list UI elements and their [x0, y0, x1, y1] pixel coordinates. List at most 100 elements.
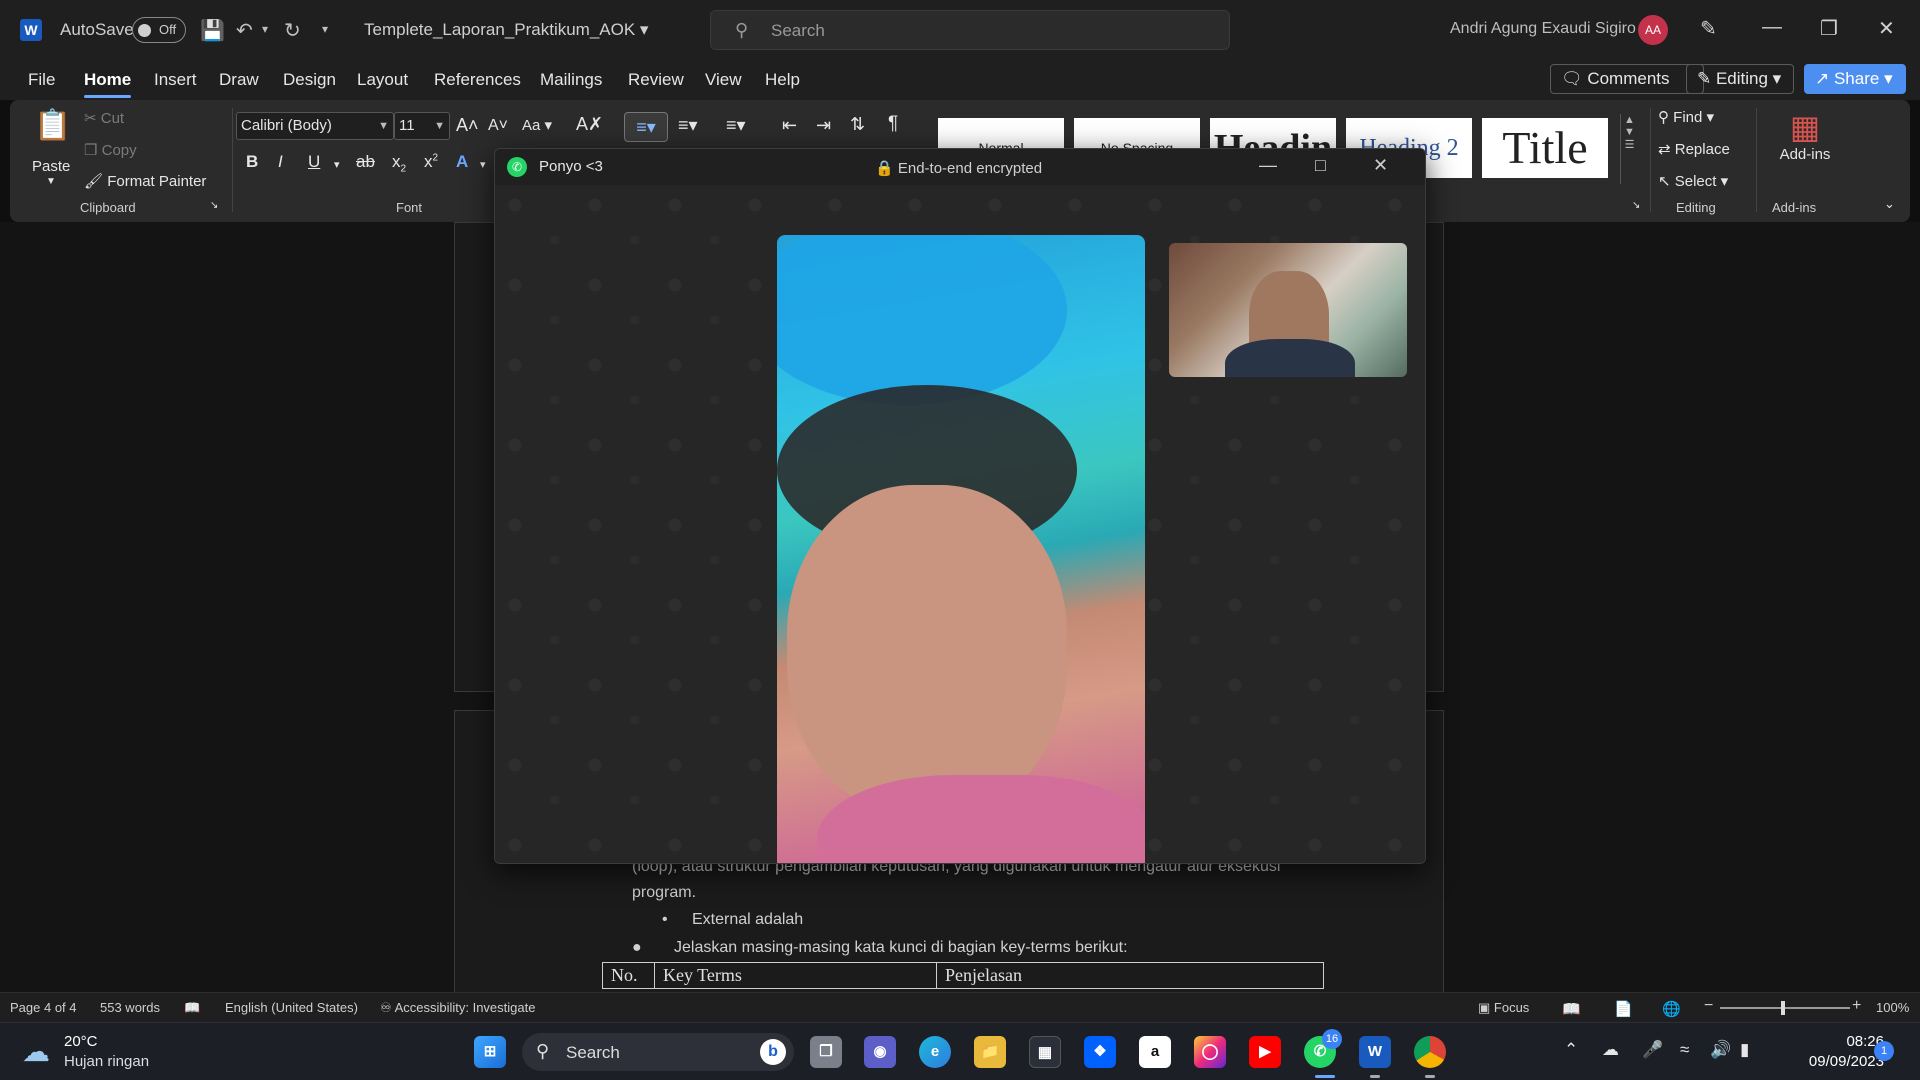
bullets-button[interactable]: ≡▾ [624, 112, 668, 142]
select-button[interactable]: ↖ Select ▾ [1658, 172, 1728, 190]
restore-icon[interactable]: ❐ [1820, 16, 1838, 41]
notification-badge[interactable]: 1 [1874, 1041, 1894, 1061]
multilevel-list-icon[interactable]: ≡▾ [726, 115, 746, 136]
tab-draw[interactable]: Draw [219, 70, 259, 90]
shrink-font-icon[interactable]: A˅ [488, 117, 508, 135]
minimize-icon[interactable]: — [1762, 16, 1782, 39]
print-layout-icon[interactable]: 📄 [1614, 1000, 1633, 1018]
focus-button[interactable]: ▣ Focus [1478, 1000, 1529, 1016]
undo-icon[interactable]: ↶ [236, 18, 253, 43]
pen-icon[interactable]: ✎ [1700, 16, 1717, 41]
find-button[interactable]: ⚲ Find ▾ [1658, 108, 1714, 126]
proofing-icon[interactable]: 📖 [184, 1000, 200, 1016]
style-title[interactable]: Title [1482, 118, 1608, 178]
minimize-icon[interactable]: — [1259, 155, 1277, 176]
bing-icon[interactable]: b [760, 1039, 786, 1065]
file-explorer-icon[interactable]: 📁 [974, 1036, 1006, 1068]
call-window-titlebar[interactable]: ✆ Ponyo <3 🔒 End-to-end encrypted — □ ✕ [495, 149, 1425, 185]
paste-dropdown-icon[interactable]: ▼ [46, 176, 56, 187]
read-mode-icon[interactable]: 📖 [1562, 1000, 1581, 1018]
italic-icon[interactable]: I [278, 152, 283, 172]
volume-icon[interactable]: 🔊 [1710, 1040, 1731, 1060]
dropbox-icon[interactable]: ❖ [1084, 1036, 1116, 1068]
teams-chat-icon[interactable]: ◉ [864, 1036, 896, 1068]
weather-icon[interactable]: ☁ [22, 1035, 50, 1068]
copy-button[interactable]: ❐ Copy [84, 141, 137, 159]
sort-icon[interactable]: ⇅ [850, 114, 865, 135]
autosave-toggle[interactable]: Off [132, 17, 186, 43]
youtube-icon[interactable]: ▶ [1249, 1036, 1281, 1068]
cut-button[interactable]: ✂ Cut [84, 109, 124, 127]
show-hidden-icons-icon[interactable]: ⌃ [1564, 1040, 1578, 1060]
self-video-preview[interactable] [1169, 243, 1407, 377]
tab-design[interactable]: Design [283, 70, 336, 90]
show-formatting-icon[interactable]: ¶ [888, 113, 898, 135]
clear-formatting-icon[interactable]: A✗ [576, 114, 603, 135]
styles-launcher-icon[interactable]: ↘ [1632, 200, 1640, 211]
clipboard-launcher-icon[interactable]: ↘ [210, 200, 218, 211]
zoom-out-icon[interactable]: − [1704, 997, 1713, 1015]
text-effects-icon[interactable]: A [456, 152, 468, 172]
tab-view[interactable]: View [705, 70, 742, 90]
paste-button[interactable]: 📋 Paste ▼ [32, 108, 71, 192]
instagram-icon[interactable]: ◯ [1194, 1036, 1226, 1068]
user-name[interactable]: Andri Agung Exaudi Sigiro [1450, 20, 1636, 38]
bold-icon[interactable]: B [246, 152, 258, 172]
superscript-icon[interactable]: x2 [424, 152, 438, 172]
undo-dropdown-icon[interactable]: ▾ [262, 22, 268, 36]
close-icon[interactable]: ✕ [1878, 16, 1895, 41]
clock-date[interactable]: 09/09/2023 [1780, 1053, 1884, 1070]
addins-button[interactable]: ▦ Add-ins [1770, 108, 1840, 188]
weather-description[interactable]: Hujan ringan [64, 1053, 149, 1070]
change-case-button[interactable]: Aa ▾ [522, 116, 552, 134]
wifi-icon[interactable]: ≈ [1680, 1040, 1689, 1060]
amazon-icon[interactable]: a [1139, 1036, 1171, 1068]
whatsapp-call-window[interactable]: ✆ Ponyo <3 🔒 End-to-end encrypted — □ ✕ [494, 148, 1426, 864]
avatar[interactable]: AA [1638, 15, 1668, 45]
font-size-select[interactable]: 11 ▼ [394, 112, 450, 140]
zoom-slider-thumb[interactable] [1781, 1001, 1785, 1015]
onedrive-icon[interactable]: ☁ [1602, 1040, 1619, 1060]
weather-temperature[interactable]: 20°C [64, 1033, 98, 1050]
battery-icon[interactable]: ▮ [1740, 1040, 1749, 1060]
collapse-ribbon-icon[interactable]: ⌄ [1884, 196, 1895, 212]
font-family-select[interactable]: Calibri (Body) ▼ [236, 112, 394, 140]
chrome-icon[interactable] [1414, 1036, 1446, 1068]
web-layout-icon[interactable]: 🌐 [1662, 1000, 1681, 1018]
zoom-slider[interactable] [1720, 1007, 1850, 1009]
zoom-level[interactable]: 100% [1876, 1000, 1909, 1015]
replace-button[interactable]: ⇄ Replace [1658, 140, 1730, 158]
tab-home[interactable]: Home [84, 70, 132, 98]
decrease-indent-icon[interactable]: ⇤ [782, 115, 797, 136]
close-icon[interactable]: ✕ [1373, 155, 1388, 176]
tab-review[interactable]: Review [628, 70, 684, 90]
format-painter-button[interactable]: 🖌 Format Painter [84, 172, 206, 190]
edge-icon[interactable]: e [919, 1036, 951, 1068]
microsoft-store-icon[interactable]: ▦ [1029, 1036, 1061, 1068]
tab-layout[interactable]: Layout [357, 70, 408, 90]
underline-dropdown-icon[interactable]: ▾ [334, 158, 340, 171]
language-status[interactable]: English (United States) [225, 1000, 358, 1015]
subscript-icon[interactable]: x2 [392, 152, 406, 174]
styles-gallery-scroll[interactable]: ▲ ▼ ☰ [1620, 114, 1638, 184]
microphone-icon[interactable]: 🎤 [1642, 1040, 1663, 1060]
customize-quick-access-icon[interactable]: ▾ [322, 22, 328, 36]
tab-mailings[interactable]: Mailings [540, 70, 602, 90]
document-name[interactable]: Templete_Laporan_Praktikum_AOK ▾ [364, 20, 648, 40]
share-button[interactable]: ↗ Share ▾ [1804, 64, 1906, 94]
save-icon[interactable]: 💾 [200, 18, 225, 43]
word-taskbar-icon[interactable]: W [1359, 1036, 1391, 1068]
strikethrough-icon[interactable]: ab [356, 152, 375, 172]
accessibility-status[interactable]: ♾ Accessibility: Investigate [380, 1000, 535, 1016]
word-count[interactable]: 553 words [100, 1000, 160, 1015]
increase-indent-icon[interactable]: ⇥ [816, 115, 831, 136]
tab-references[interactable]: References [434, 70, 521, 90]
tab-help[interactable]: Help [765, 70, 800, 90]
page-count[interactable]: Page 4 of 4 [10, 1000, 77, 1015]
taskbar-search[interactable]: ⚲ Search b [522, 1033, 794, 1071]
search-input[interactable]: ⚲ Search [710, 10, 1230, 50]
text-effects-dropdown-icon[interactable]: ▾ [480, 158, 486, 171]
maximize-icon[interactable]: □ [1315, 155, 1326, 176]
start-button[interactable]: ⊞ [474, 1036, 506, 1068]
zoom-in-icon[interactable]: + [1852, 997, 1861, 1015]
